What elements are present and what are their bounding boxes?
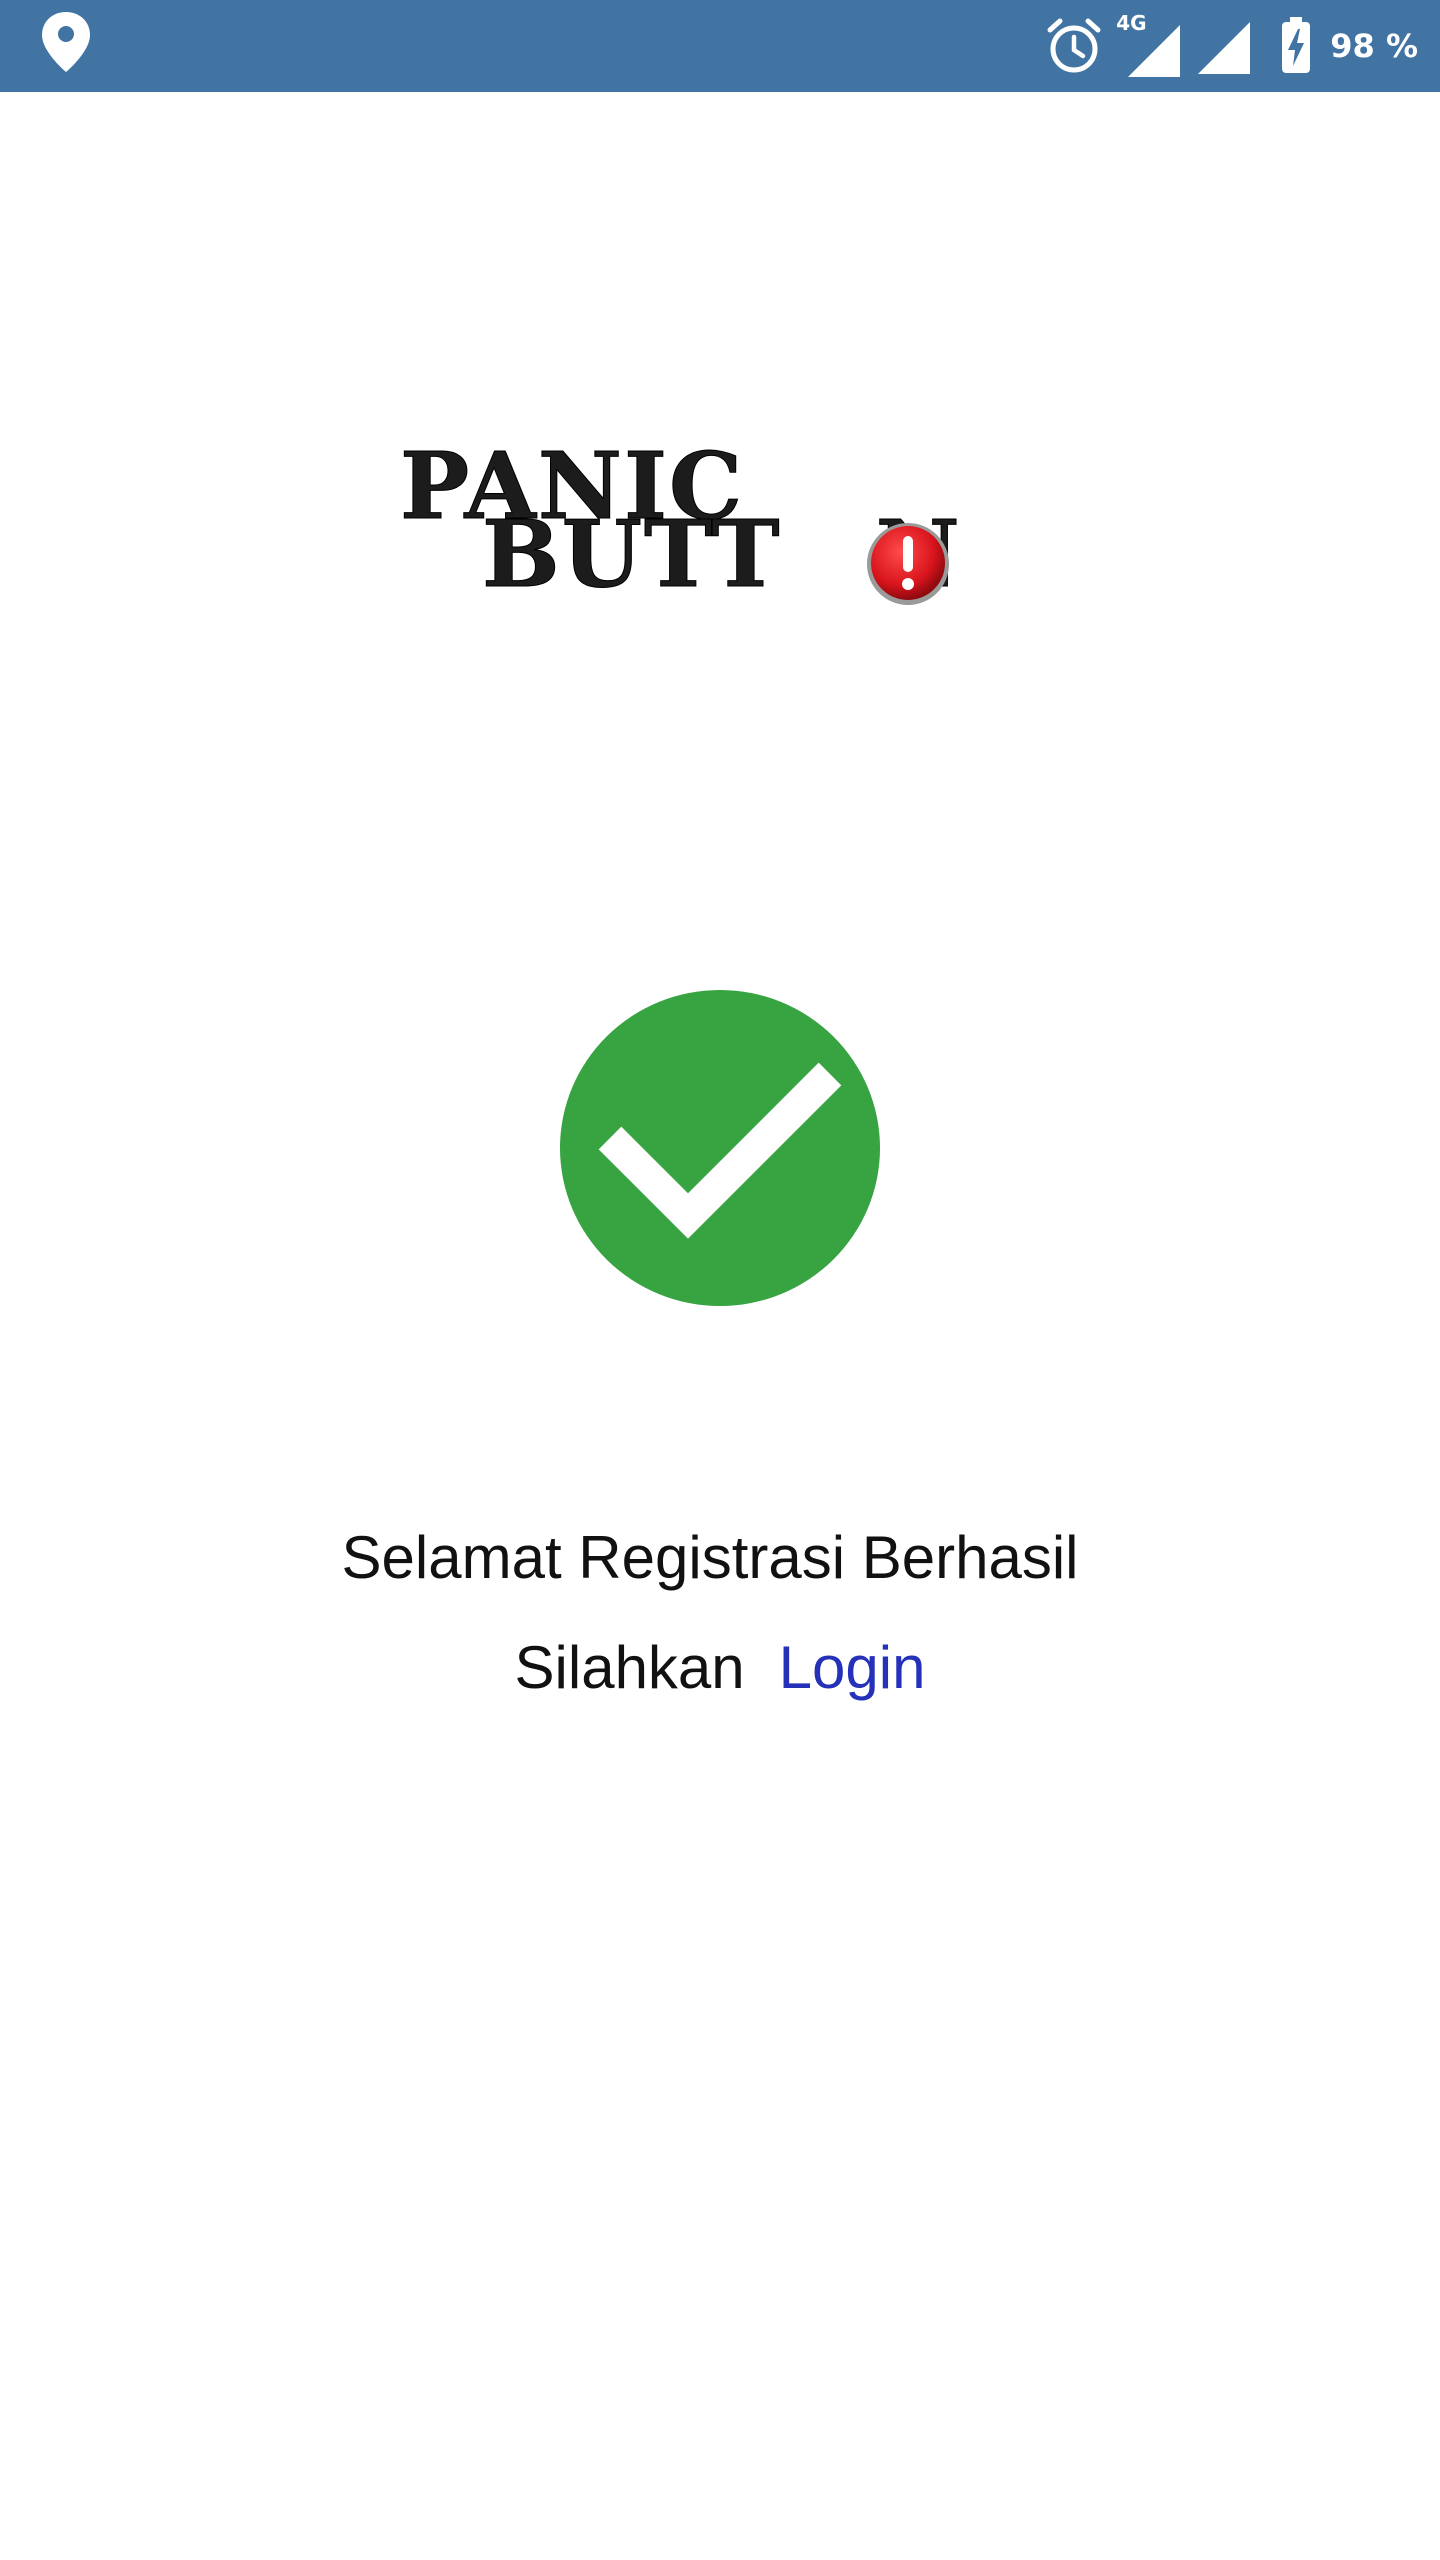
exclamation-badge-icon	[867, 523, 949, 605]
status-icons: 4G 98 %	[1044, 0, 1418, 92]
alarm-icon	[1047, 18, 1101, 73]
login-prompt: Silahkan Login	[0, 1632, 1440, 1704]
battery-charging-icon	[1282, 17, 1311, 73]
battery-percent: 98 %	[1330, 27, 1418, 65]
app-logo: PANIC BUTTN !	[399, 440, 1045, 620]
login-link[interactable]: Login	[779, 1634, 926, 1701]
location-icon	[42, 12, 90, 72]
mobile-signal-4g: 4G	[1116, 13, 1181, 77]
logo-line-2-part-1: BUTT	[482, 500, 782, 608]
checkmark-circle-icon	[560, 990, 880, 1306]
status-bar: 4G 98 %	[0, 0, 1440, 92]
login-prompt-text: Silahkan	[514, 1634, 745, 1701]
signal-icon	[1198, 22, 1251, 74]
success-message: Selamat Registrasi Berhasil	[341, 1524, 1079, 1591]
signal-icon	[1128, 25, 1181, 77]
